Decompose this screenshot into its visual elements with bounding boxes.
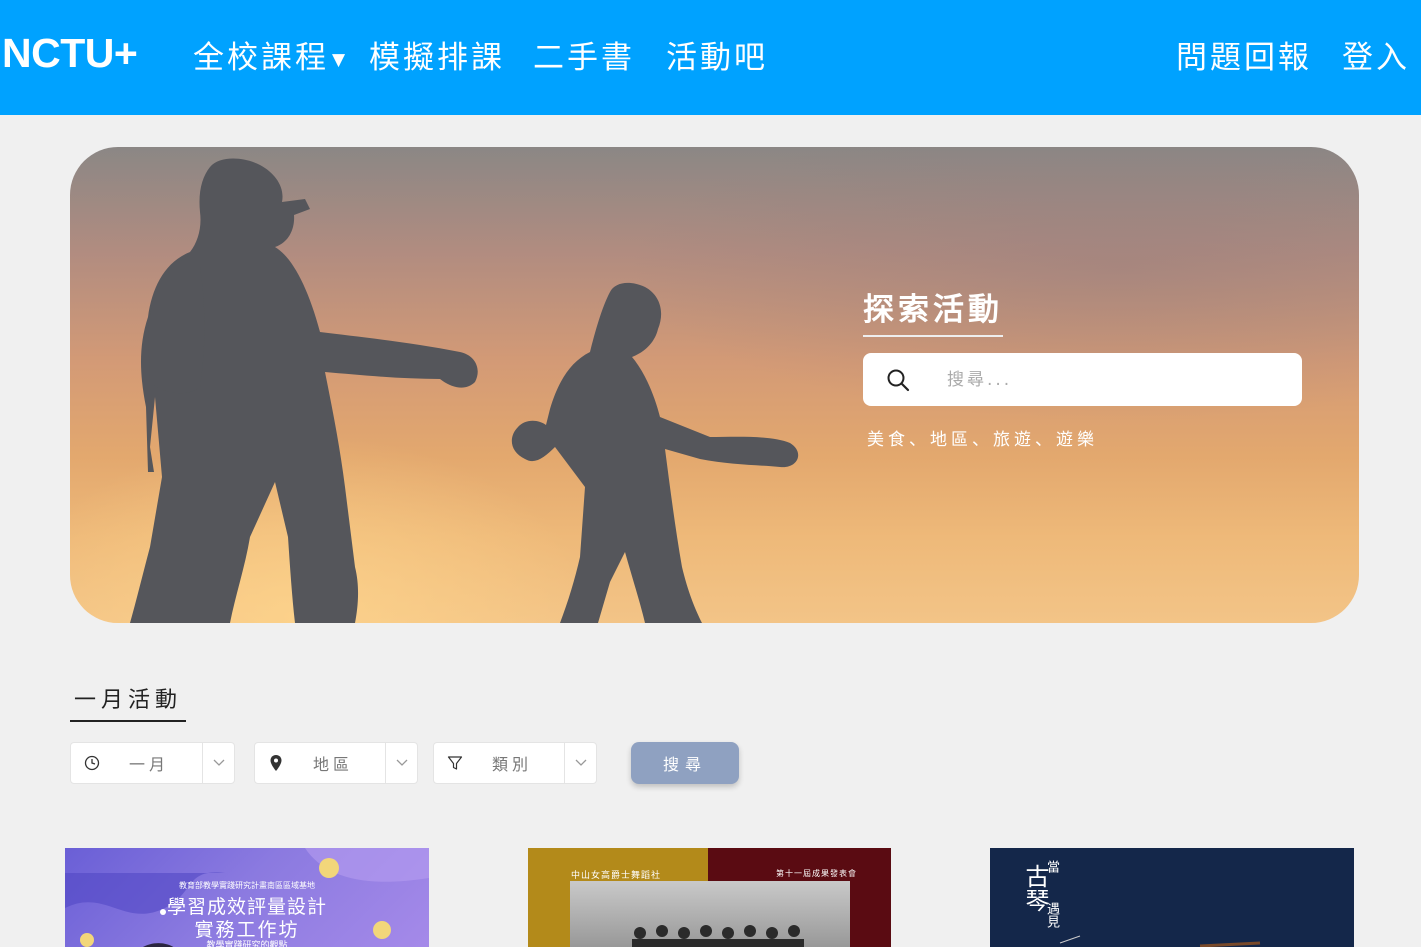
event-card[interactable]: 教育部教學實踐研究計畫南區區域基地 學習成效評量設計 實務工作坊 教學實踐研究的… xyxy=(65,848,429,947)
search-icon[interactable] xyxy=(863,368,933,392)
search-button[interactable]: 搜尋 xyxy=(631,742,739,784)
nav-item-used-books[interactable]: 二手書 xyxy=(533,32,635,77)
chevron-down-icon xyxy=(385,743,417,783)
hero-title: 探索活動 xyxy=(863,284,1003,337)
event-card[interactable]: 中山女高爵士舞蹈社 第十一屆成果發表會 xyxy=(528,848,891,947)
region-filter-select[interactable]: 地區 xyxy=(254,742,418,784)
chevron-down-icon xyxy=(564,743,596,783)
nav-item-all-courses[interactable]: 全校課程 ▼ xyxy=(193,32,348,77)
month-filter-label: 一月 xyxy=(129,755,170,774)
region-filter-label: 地區 xyxy=(313,755,354,774)
nav-item-activities[interactable]: 活動吧 xyxy=(666,32,768,77)
hero-search-box[interactable] xyxy=(863,353,1302,406)
caret-down-icon: ▼ xyxy=(332,49,349,70)
nav-item-schedule[interactable]: 模擬排課 xyxy=(369,32,505,77)
card-photo xyxy=(570,881,850,947)
hero-search-hint: 美食、地區、旅遊、遊樂 xyxy=(867,430,1098,450)
nav-item-report-issue[interactable]: 問題回報 xyxy=(1176,32,1312,77)
card-decoration xyxy=(1059,935,1261,947)
event-card[interactable]: 古琴 當 遇見 xyxy=(990,848,1354,947)
chevron-down-icon xyxy=(202,743,234,783)
card-subtitle: 教育部教學實踐研究計畫南區區域基地 xyxy=(179,881,315,890)
card-club-name: 中山女高爵士舞蹈社 xyxy=(571,871,662,881)
month-filter-select[interactable]: 一月 xyxy=(70,742,235,784)
category-filter-label: 類別 xyxy=(492,755,533,774)
hero-banner: 探索活動 美食、地區、旅遊、遊樂 xyxy=(70,147,1359,623)
category-filter-select[interactable]: 類別 xyxy=(433,742,597,784)
clock-icon xyxy=(71,755,113,771)
section-title: 一月活動 xyxy=(70,682,187,722)
card-photo-people xyxy=(632,925,804,947)
filter-icon xyxy=(434,755,476,771)
navbar: NCTU+ 全校課程 ▼ 模擬排課 二手書 活動吧 問題回報 登入 xyxy=(0,0,1421,115)
hero-search-input[interactable] xyxy=(947,369,1277,390)
location-pin-icon xyxy=(255,754,297,772)
nav-item-login[interactable]: 登入 xyxy=(1342,32,1410,77)
card-caption: 教學實踐研究的觀點 xyxy=(206,941,288,947)
card-event-name: 第十一屆成果發表會 xyxy=(776,869,857,878)
logo[interactable]: NCTU+ xyxy=(2,30,138,77)
nav-item-label: 全校課程 xyxy=(193,40,329,76)
